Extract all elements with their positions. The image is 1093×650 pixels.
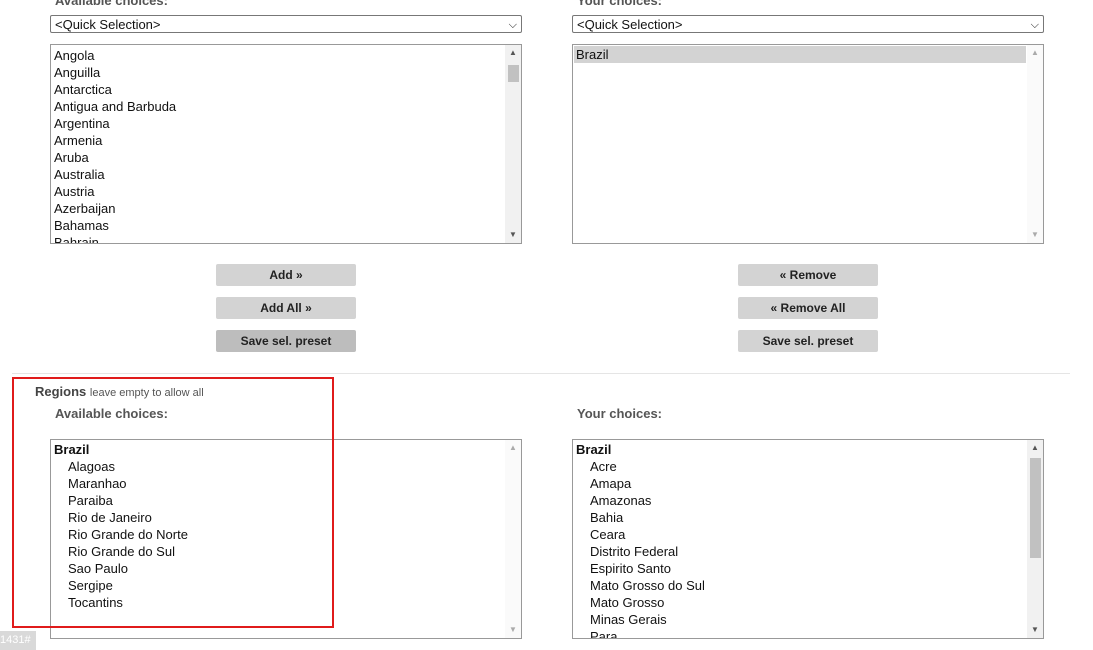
- section-divider: [12, 373, 1070, 374]
- quick-selection-value: <Quick Selection>: [55, 17, 161, 32]
- scrollbar[interactable]: ▲ ▼: [505, 45, 521, 243]
- scroll-up-icon[interactable]: ▲: [1027, 45, 1043, 61]
- corner-tag: 1431#: [0, 631, 36, 650]
- list-item[interactable]: Distrito Federal: [574, 543, 1026, 560]
- list-item[interactable]: Anguilla: [52, 64, 504, 81]
- list-group-header: Brazil: [576, 442, 612, 457]
- scrollbar[interactable]: ▲ ▼: [1027, 45, 1043, 243]
- list-item[interactable]: Amazonas: [574, 492, 1026, 509]
- your-choices-label: Your choices:: [577, 0, 663, 8]
- list-item[interactable]: Bahrain: [52, 234, 504, 243]
- list-item[interactable]: Acre: [574, 458, 1026, 475]
- scroll-thumb[interactable]: [1030, 458, 1041, 558]
- available-quick-selection[interactable]: <Quick Selection> ⌵: [50, 15, 522, 33]
- list-item[interactable]: Angola: [52, 47, 504, 64]
- chevron-down-icon: ⌵: [1030, 19, 1039, 31]
- scroll-down-icon[interactable]: ▼: [1027, 622, 1043, 638]
- list-item[interactable]: Austria: [52, 183, 504, 200]
- quick-selection-value: <Quick Selection>: [577, 17, 683, 32]
- scroll-down-icon[interactable]: ▼: [1027, 227, 1043, 243]
- your-choices-label: Your choices:: [577, 406, 663, 421]
- list-item[interactable]: Amapa: [574, 475, 1026, 492]
- remove-button[interactable]: « Remove: [738, 264, 878, 286]
- list-item[interactable]: Azerbaijan: [52, 200, 504, 217]
- list-item[interactable]: Argentina: [52, 115, 504, 132]
- list-item[interactable]: Mato Grosso: [574, 594, 1026, 611]
- list-item[interactable]: Bahia: [574, 509, 1026, 526]
- scroll-down-icon[interactable]: ▼: [505, 622, 521, 638]
- scroll-up-icon[interactable]: ▲: [1027, 440, 1043, 456]
- save-preset-button[interactable]: Save sel. preset: [216, 330, 356, 352]
- scrollbar[interactable]: ▲ ▼: [1027, 440, 1043, 638]
- available-choices-label: Available choices:: [55, 0, 168, 8]
- scroll-up-icon[interactable]: ▲: [505, 45, 521, 61]
- chosen-regions-list[interactable]: Brazil Acre Amapa Amazonas Bahia Ceara D…: [572, 439, 1044, 639]
- save-preset-button[interactable]: Save sel. preset: [738, 330, 878, 352]
- list-item[interactable]: Aruba: [52, 149, 504, 166]
- remove-all-button[interactable]: « Remove All: [738, 297, 878, 319]
- list-item[interactable]: Antigua and Barbuda: [52, 98, 504, 115]
- available-countries-list[interactable]: Angola Anguilla Antarctica Antigua and B…: [50, 44, 522, 244]
- list-item[interactable]: Minas Gerais: [574, 611, 1026, 628]
- list-item[interactable]: Para: [574, 628, 1026, 638]
- list-item[interactable]: Armenia: [52, 132, 504, 149]
- chosen-quick-selection[interactable]: <Quick Selection> ⌵: [572, 15, 1044, 33]
- list-item[interactable]: Brazil: [574, 46, 1026, 63]
- add-button[interactable]: Add »: [216, 264, 356, 286]
- scroll-up-icon[interactable]: ▲: [505, 440, 521, 456]
- list-item[interactable]: Bahamas: [52, 217, 504, 234]
- list-item[interactable]: Australia: [52, 166, 504, 183]
- list-item[interactable]: Espirito Santo: [574, 560, 1026, 577]
- scroll-thumb[interactable]: [508, 65, 519, 82]
- chevron-down-icon: ⌵: [508, 19, 517, 31]
- list-item[interactable]: Ceara: [574, 526, 1026, 543]
- scroll-down-icon[interactable]: ▼: [505, 227, 521, 243]
- list-item[interactable]: Mato Grosso do Sul: [574, 577, 1026, 594]
- highlight-box: [12, 377, 334, 628]
- scrollbar[interactable]: ▲ ▼: [505, 440, 521, 638]
- list-item[interactable]: Antarctica: [52, 81, 504, 98]
- add-all-button[interactable]: Add All »: [216, 297, 356, 319]
- chosen-countries-list[interactable]: Brazil ▲ ▼: [572, 44, 1044, 244]
